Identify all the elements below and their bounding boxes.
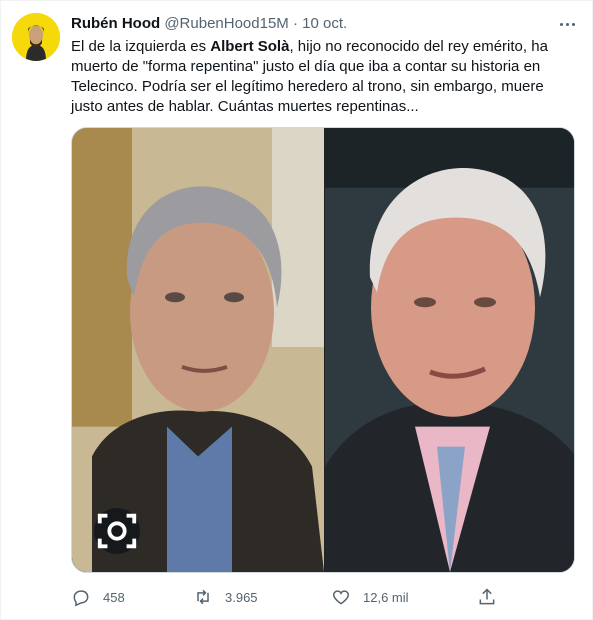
retweet-button[interactable]: 3.965 (193, 585, 258, 609)
retweet-count: 3.965 (225, 589, 258, 605)
reply-button[interactable]: 458 (71, 585, 125, 609)
heart-icon (331, 587, 351, 607)
tweet-actions: 458 3.965 12,6 mil (71, 585, 501, 609)
like-button[interactable]: 12,6 mil (331, 585, 409, 609)
tweet-header: Rubén Hood @RubenHood15M · 10 oct. (71, 14, 552, 34)
like-count: 12,6 mil (363, 589, 409, 605)
tweet-text-bold: Albert Solà (210, 38, 290, 55)
reply-count: 458 (103, 589, 125, 605)
tweet-text-part1: El de la izquierda es (71, 38, 211, 55)
tweet-media[interactable] (71, 127, 575, 573)
retweet-icon (193, 587, 213, 607)
reply-icon (71, 587, 91, 607)
more-dots-icon[interactable] (556, 13, 578, 35)
share-button[interactable] (477, 585, 509, 609)
media-photo-left[interactable] (72, 128, 324, 572)
tweet-card[interactable]: Rubén Hood @RubenHood15M · 10 oct. El de… (0, 0, 593, 620)
tweet-date[interactable]: 10 oct. (302, 15, 347, 32)
media-photo-right[interactable] (325, 128, 574, 572)
share-icon (477, 587, 497, 607)
header-separator: · (292, 15, 298, 32)
tweet-text: El de la izquierda es Albert Solà, hijo … (71, 37, 576, 117)
author-handle[interactable]: @RubenHood15M (164, 15, 288, 32)
author-avatar[interactable] (12, 13, 60, 61)
author-name[interactable]: Rubén Hood (71, 15, 160, 32)
lens-icon[interactable] (94, 508, 140, 554)
